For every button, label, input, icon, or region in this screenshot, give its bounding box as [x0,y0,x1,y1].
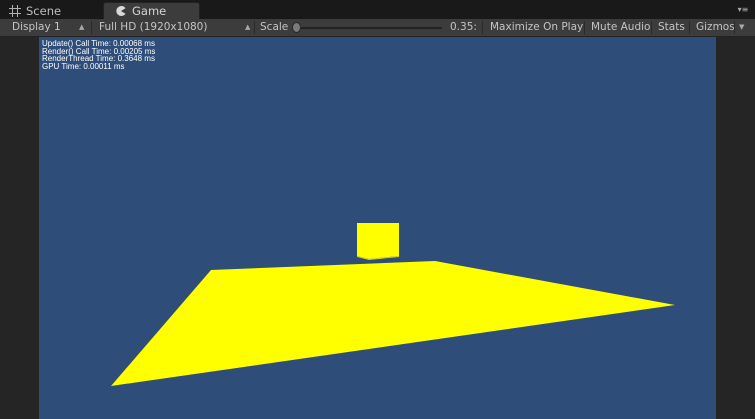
resolution-label: Full HD (1920x1080) [99,21,208,33]
display-label: Display 1 [12,21,61,33]
stats-toggle[interactable]: Stats [658,19,685,36]
separator [254,21,255,34]
scale-slider-thumb[interactable] [292,22,301,33]
yellow-plane [111,261,675,386]
game-viewport[interactable]: Update() Call Time: 0.00068 ms Render() … [39,37,716,419]
chevron-updown-icon: ▲ [79,23,85,31]
separator [734,21,735,34]
chevron-updown-icon: ▲ [245,23,251,31]
separator [482,21,483,34]
mute-audio-toggle[interactable]: Mute Audio [591,19,650,36]
tab-game[interactable]: Game [103,2,200,19]
game-toolbar: Display 1 ▲ Full HD (1920x1080) ▲ Scale … [0,19,755,37]
resolution-dropdown[interactable]: Full HD (1920x1080) [99,19,254,36]
grid-icon [8,4,22,18]
tab-scene[interactable]: Scene [0,2,98,19]
separator [584,21,585,34]
panel-menu-icon[interactable]: ▾≡ [737,4,749,16]
scale-label: Scale [260,21,289,33]
pacman-icon [114,4,128,18]
scale-value: 0.35: [450,21,477,33]
tab-scene-label: Scene [26,3,62,18]
separator [651,21,652,34]
scene-render [111,223,675,386]
stats-line: GPU Time: 0.00011 ms [42,61,125,71]
gizmos-toggle[interactable]: Gizmos [696,19,735,36]
separator [91,21,92,34]
yellow-cube [357,223,399,259]
maximize-on-play-toggle[interactable]: Maximize On Play [490,19,583,36]
scale-slider-track[interactable] [297,27,442,29]
tab-game-label: Game [132,4,167,18]
separator [689,21,690,34]
gizmos-dropdown-icon[interactable]: ▼ [739,19,744,36]
editor-tab-bar: Scene Game ▾≡ [0,0,755,19]
stats-overlay: Update() Call Time: 0.00068 ms Render() … [42,40,155,70]
